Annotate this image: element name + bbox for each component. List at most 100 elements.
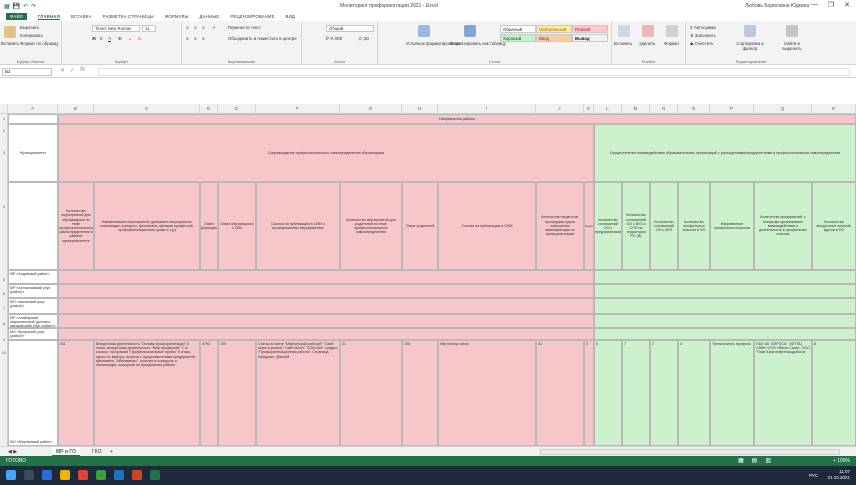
column-header[interactable]: Q <box>754 104 812 114</box>
tab-page-layout[interactable]: РАЗМЕТКА СТРАНИЦЫ <box>103 14 154 19</box>
find-select-icon[interactable] <box>786 25 798 37</box>
page-layout-view-icon[interactable]: ▤ <box>752 457 758 464</box>
style-input[interactable]: Ввод <box>536 34 572 42</box>
cell-district[interactable]: МР «Алданский район» <box>8 270 58 284</box>
insert-cells-icon[interactable] <box>618 25 630 37</box>
minimize-button[interactable]: — <box>811 1 818 9</box>
select-all-corner[interactable] <box>0 104 8 114</box>
cell-row-data[interactable] <box>58 284 594 298</box>
excel-icon[interactable] <box>150 470 160 480</box>
find-select-button[interactable]: Найти и выделить <box>774 41 810 51</box>
cell-district[interactable]: МО «Амгинский улус (район)» <box>8 298 58 314</box>
column-header[interactable]: B <box>58 104 94 114</box>
cell-extracurricular[interactable]: 8 <box>812 340 856 446</box>
task-view-icon[interactable] <box>24 470 34 480</box>
edge-icon[interactable] <box>42 470 52 480</box>
cell-row-data[interactable] <box>58 314 594 328</box>
merge-center-button[interactable]: Объединить и поместить в центре <box>228 36 297 41</box>
cell-profile-classes[interactable]: 4 <box>678 340 710 446</box>
paste-icon[interactable] <box>4 26 16 38</box>
cell-row-data[interactable] <box>594 270 856 284</box>
column-header[interactable]: C <box>94 104 200 114</box>
fx-icon[interactable]: fx <box>80 67 85 74</box>
cell-district[interactable]: МР «Анабарский национальный (долгано-эве… <box>8 314 58 328</box>
row-header[interactable]: 6 <box>0 291 8 296</box>
cell-subheader[interactable]: Количество соглашений ОО с ВУЗ <box>650 182 678 270</box>
borders-icon[interactable]: ⊞ <box>118 36 122 42</box>
row-header[interactable]: 10 <box>0 350 8 355</box>
cancel-icon[interactable]: ✕ <box>60 67 65 74</box>
font-name-select[interactable]: Times New Roman <box>92 25 140 32</box>
cell-subheader[interactable]: Количество соглашений ОО с предприятиями <box>594 182 622 270</box>
format-as-table-icon[interactable] <box>464 25 476 37</box>
cell-row-data[interactable] <box>58 270 594 284</box>
column-header[interactable]: M <box>622 104 650 114</box>
row-header[interactable]: 3 <box>0 150 8 155</box>
cell-district[interactable]: МР «Аллаиховский улус (район)» <box>8 284 58 298</box>
align-bottom-icon[interactable]: ≡ <box>202 25 205 30</box>
normal-view-icon[interactable]: ▦ <box>738 457 744 464</box>
currency-icon[interactable]: ₽ % 000 <box>326 36 342 42</box>
cell-enterprises[interactable]: ПАО АК "АЛРОСА", МГТПЦ СВФУ, ООО «Янгас … <box>754 340 812 446</box>
paste-button[interactable]: Вставить <box>1 41 19 46</box>
tab-review[interactable]: РЕЦЕНЗИРОВАНИЕ <box>230 14 274 19</box>
cell-row-data[interactable] <box>58 298 594 314</box>
cell-subheader[interactable]: Направление профильных классов <box>710 182 754 270</box>
cell-row-data[interactable] <box>58 328 594 340</box>
column-header[interactable]: O <box>678 104 710 114</box>
row-header[interactable]: 5 <box>0 277 8 282</box>
app-icon[interactable] <box>96 470 106 480</box>
cell-subheader[interactable]: Количество мероприятий для родителей по … <box>340 182 402 270</box>
row-header[interactable]: 8 <box>0 321 8 326</box>
fill-color-icon[interactable]: ▲ <box>128 36 132 41</box>
enter-icon[interactable]: ✓ <box>70 67 75 74</box>
system-clock[interactable]: 11:07 21.10.2021 <box>827 469 850 481</box>
number-format-select[interactable]: Общий <box>326 25 374 32</box>
copy-button[interactable]: Копировать <box>20 33 43 38</box>
powerpoint-icon[interactable] <box>132 470 142 480</box>
cell-row-data[interactable] <box>594 284 856 298</box>
style-output[interactable]: Вывод <box>572 34 608 42</box>
align-top-icon[interactable]: ≡ <box>186 25 189 30</box>
maximize-button[interactable]: ❐ <box>828 1 834 9</box>
format-cells-icon[interactable] <box>666 25 678 37</box>
row-header[interactable]: 4 <box>0 204 8 209</box>
column-header[interactable]: H <box>402 104 438 114</box>
cell-row-data[interactable] <box>594 314 856 328</box>
cell-municipality-header[interactable]: Муниципалитет <box>8 124 58 182</box>
cell-district[interactable]: МО «Мирнинский район» <box>8 340 58 446</box>
zoom-level[interactable]: + 100% <box>833 458 850 464</box>
cell-agreements-ent[interactable]: 6 <box>594 340 622 446</box>
insert-cells-button[interactable]: Вставить <box>614 41 632 46</box>
cell-row-data[interactable] <box>594 328 856 340</box>
align-left-icon[interactable]: ≡ <box>186 36 189 41</box>
cell-subheader[interactable]: Количество мероприятий для обучающихся п… <box>58 182 94 270</box>
italic-button[interactable]: К <box>100 36 103 41</box>
cell[interactable] <box>8 114 58 124</box>
cell-district[interactable]: МО «Булунский улус (район)» <box>8 328 58 340</box>
word-icon[interactable] <box>114 470 124 480</box>
row-header[interactable]: 9 <box>0 337 8 342</box>
font-size-select[interactable]: 11 <box>142 25 156 32</box>
align-center-icon[interactable]: ≡ <box>194 36 197 41</box>
format-painter-button[interactable]: Формат по образцу <box>20 41 59 46</box>
cell-subheader[interactable]: Количество педагогов, прошедших курсы по… <box>536 182 584 270</box>
cell-link-small[interactable]: 0 <box>584 340 594 446</box>
chrome-icon[interactable] <box>78 470 88 480</box>
style-good[interactable]: Хороший <box>500 34 536 42</box>
cell-parents-coverage[interactable]: 105 <box>402 340 438 446</box>
undo-icon[interactable]: ↶ <box>23 3 28 10</box>
tab-home[interactable]: ГЛАВНАЯ <box>37 14 60 20</box>
column-header[interactable]: G <box>340 104 402 114</box>
close-button[interactable]: ✕ <box>844 1 850 9</box>
underline-button[interactable]: Ч <box>108 36 111 41</box>
cell-subheader[interactable]: Охват обучающихся <box>200 182 218 270</box>
horizontal-scrollbar[interactable] <box>540 449 840 455</box>
cell-subheader[interactable]: Ссылка <box>584 182 594 270</box>
tab-formulas[interactable]: ФОРМУЛЫ <box>165 14 189 19</box>
style-normal[interactable]: Обычный <box>500 25 536 33</box>
cell-pink-section-header[interactable]: Сопровождение профессионального самоопре… <box>58 124 594 182</box>
format-as-table-button[interactable]: Форматировать как таблицу <box>450 41 506 46</box>
cell-parents-link[interactable]: http://mirny.ru/edu <box>438 340 536 446</box>
sort-filter-icon[interactable] <box>744 25 756 37</box>
